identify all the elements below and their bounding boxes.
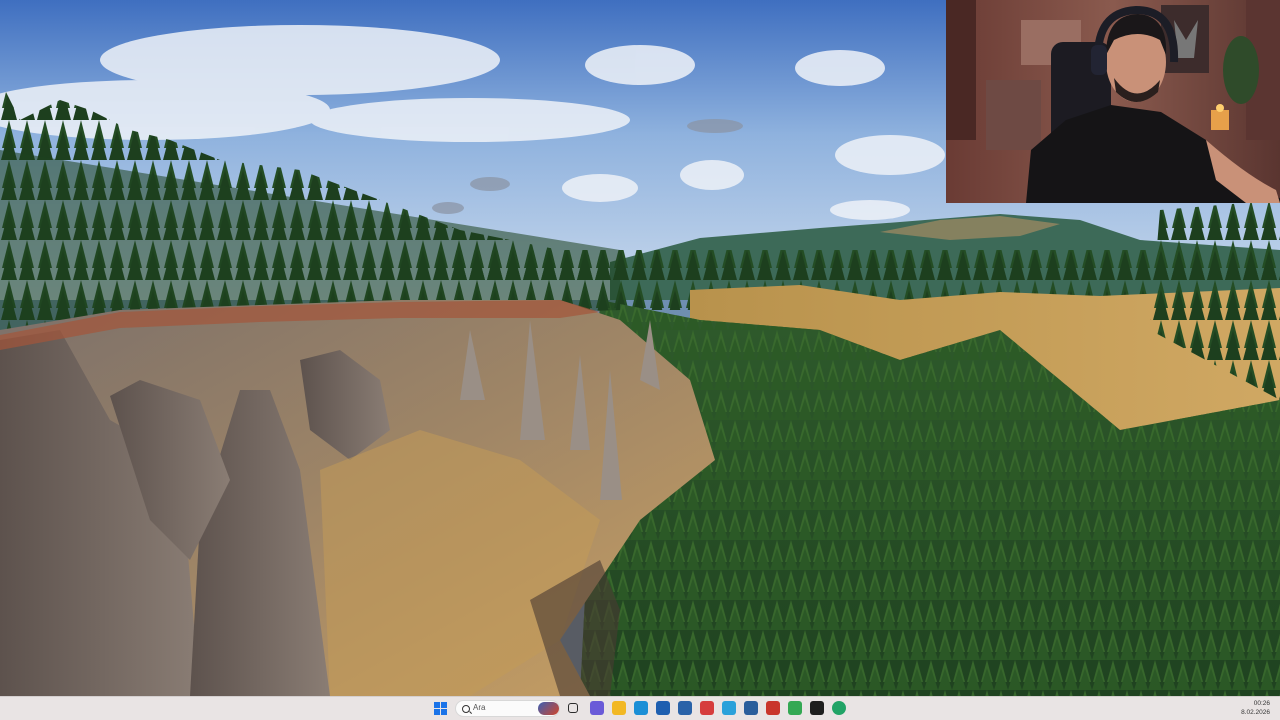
webcam-overlay [946, 0, 1280, 203]
file-explorer-icon[interactable] [612, 701, 626, 715]
document-app-icon[interactable] [744, 701, 758, 715]
taskbar: Ara 00:26 8.02.2026 [0, 696, 1280, 720]
copilot-icon[interactable] [590, 701, 604, 715]
webcam-feed-image [946, 0, 1280, 203]
edge-icon[interactable] [634, 701, 648, 715]
chrome-icon[interactable] [788, 701, 802, 715]
media-app-icon[interactable] [766, 701, 780, 715]
search-box[interactable]: Ara [455, 700, 560, 717]
task-view-icon[interactable] [568, 703, 578, 713]
search-highlight-image [538, 702, 559, 715]
capture-app-icon[interactable] [832, 701, 846, 715]
telegram-icon[interactable] [722, 701, 736, 715]
store-icon[interactable] [656, 701, 670, 715]
windows-start-icon[interactable] [434, 702, 447, 715]
search-icon [462, 705, 470, 713]
system-clock[interactable]: 00:26 8.02.2026 [1241, 699, 1270, 717]
clock-time: 00:26 [1253, 700, 1270, 707]
app-multicolor-icon[interactable] [700, 701, 714, 715]
obs-studio-icon[interactable] [810, 701, 824, 715]
vpn-icon[interactable] [678, 701, 692, 715]
clock-date: 8.02.2026 [1241, 709, 1270, 716]
search-placeholder: Ara [473, 703, 486, 712]
